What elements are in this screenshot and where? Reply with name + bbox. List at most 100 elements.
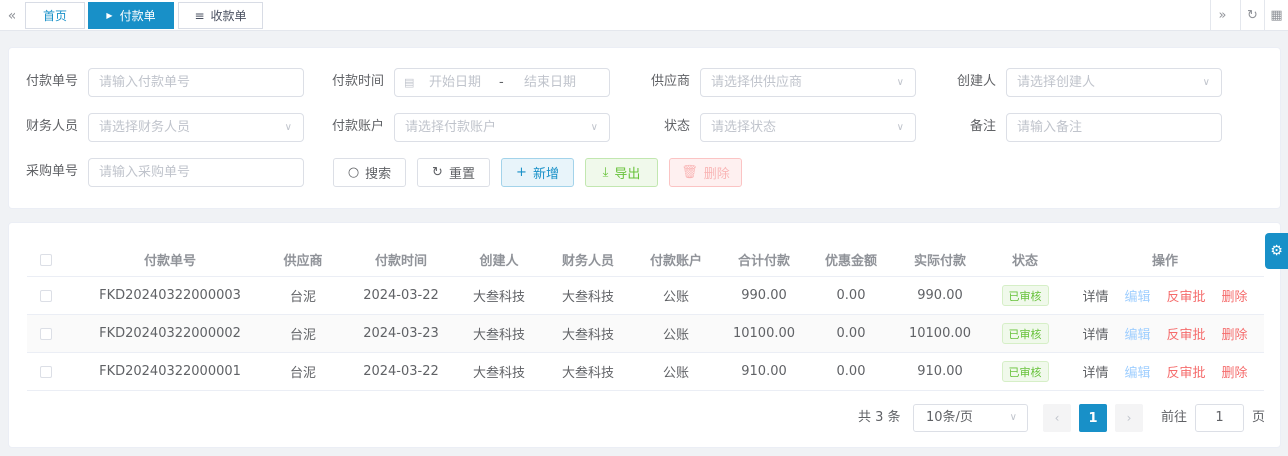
revert-approval-link[interactable]: 反审批 bbox=[1167, 362, 1206, 381]
cell-actual: 990.00 bbox=[917, 288, 963, 303]
cell-finance: 大叁科技 bbox=[561, 290, 614, 305]
account-select[interactable]: 请选择付款账户 ∨ bbox=[394, 113, 610, 142]
grid-icon[interactable]: ▦ bbox=[1264, 0, 1288, 31]
double-chevron-left-icon[interactable]: « bbox=[0, 0, 24, 31]
refresh-icon[interactable]: ↻ bbox=[1240, 0, 1264, 31]
goto-suffix: 页 bbox=[1252, 410, 1266, 425]
tab-label: 收款单 bbox=[210, 9, 247, 23]
cell-account: 公账 bbox=[662, 290, 689, 305]
supplier-select[interactable]: 请选择供供应商 ∨ bbox=[700, 68, 916, 97]
table-row: FKD20240322000003 台泥 2024-03-22 大叁科技 大叁科… bbox=[27, 277, 1264, 315]
caret-right-icon: ▶ bbox=[106, 11, 113, 20]
tab-payment[interactable]: ▶ 付款单 bbox=[88, 2, 174, 29]
finance-select[interactable]: 请选择财务人员 ∨ bbox=[88, 113, 304, 142]
col-payment-no: 付款单号 bbox=[143, 254, 196, 269]
creator-select[interactable]: 请选择创建人 ∨ bbox=[1006, 68, 1222, 97]
purchase-no-input[interactable]: 请输入采购单号 bbox=[88, 158, 304, 187]
gear-icon: ⚙ bbox=[1270, 243, 1283, 259]
payment-time-label: 付款时间 bbox=[331, 74, 384, 89]
col-time: 付款时间 bbox=[374, 254, 427, 269]
status-badge: 已审核 bbox=[1001, 285, 1049, 306]
status-badge: 已审核 bbox=[1001, 323, 1049, 344]
col-discount: 优惠金额 bbox=[824, 254, 877, 269]
col-actions: 操作 bbox=[1151, 254, 1178, 269]
cell-discount: 0.00 bbox=[836, 364, 866, 379]
cell-supplier: 台泥 bbox=[289, 290, 316, 305]
delete-link[interactable]: 删除 bbox=[1222, 286, 1248, 305]
detail-link[interactable]: 详情 bbox=[1082, 362, 1108, 381]
cell-actual: 10100.00 bbox=[908, 326, 972, 341]
cell-creator: 大叁科技 bbox=[472, 290, 525, 305]
goto-page-input[interactable]: 1 bbox=[1195, 404, 1244, 432]
search-icon: ○ bbox=[347, 165, 360, 180]
row-checkbox[interactable] bbox=[40, 327, 52, 340]
start-date-placeholder: 开始日期 bbox=[429, 75, 482, 90]
status-label: 状态 bbox=[663, 119, 690, 134]
remark-input[interactable]: 请输入备注 bbox=[1006, 113, 1222, 142]
edit-link[interactable]: 编辑 bbox=[1124, 362, 1150, 381]
edit-link[interactable]: 编辑 bbox=[1124, 286, 1150, 305]
next-page-button[interactable]: › bbox=[1115, 404, 1143, 432]
settings-drawer-button[interactable]: ⚙ bbox=[1265, 233, 1288, 269]
tab-label: 首页 bbox=[42, 9, 67, 23]
cell-time: 2024-03-22 bbox=[363, 288, 439, 303]
col-finance: 财务人员 bbox=[561, 254, 614, 269]
payment-no-label: 付款单号 bbox=[25, 74, 78, 89]
prev-page-button[interactable]: ‹ bbox=[1043, 404, 1071, 432]
table-row: FKD20240322000001 台泥 2024-03-22 大叁科技 大叁科… bbox=[27, 353, 1264, 391]
tab-home[interactable]: 首页 bbox=[25, 2, 85, 29]
menu-icon: ≡ bbox=[194, 8, 205, 23]
page-number-current[interactable]: 1 bbox=[1079, 404, 1107, 432]
cell-time: 2024-03-22 bbox=[363, 364, 439, 379]
row-checkbox[interactable] bbox=[40, 289, 52, 302]
cell-payment-no: FKD20240322000001 bbox=[99, 364, 241, 379]
delete-link[interactable]: 删除 bbox=[1222, 362, 1248, 381]
tab-receipt[interactable]: ≡ 收款单 bbox=[178, 2, 263, 29]
revert-approval-link[interactable]: 反审批 bbox=[1167, 324, 1206, 343]
download-icon: ⤓ bbox=[602, 165, 609, 180]
cell-payment-no: FKD20240322000002 bbox=[99, 326, 241, 341]
search-button[interactable]: ○ 搜索 bbox=[333, 158, 406, 187]
col-total: 合计付款 bbox=[737, 254, 790, 269]
tab-label: 付款单 bbox=[119, 9, 156, 23]
tab-bar: « 首页 ▶ 付款单 ≡ 收款单 » ↻ ▦ bbox=[0, 0, 1288, 31]
page-size-select[interactable]: 10条/页 ∨ bbox=[913, 404, 1028, 432]
range-separator: - bbox=[499, 75, 504, 90]
cell-discount: 0.00 bbox=[836, 326, 866, 341]
detail-link[interactable]: 详情 bbox=[1082, 324, 1108, 343]
chevron-right-icon: › bbox=[1126, 411, 1132, 425]
delete-button[interactable]: 🗑 删除 bbox=[669, 158, 742, 187]
chevron-down-icon: ∨ bbox=[1009, 412, 1017, 423]
double-chevron-right-icon[interactable]: » bbox=[1210, 0, 1234, 31]
revert-approval-link[interactable]: 反审批 bbox=[1167, 286, 1206, 305]
detail-link[interactable]: 详情 bbox=[1082, 286, 1108, 305]
refresh-icon: ↻ bbox=[432, 165, 443, 180]
col-actual: 实际付款 bbox=[913, 254, 966, 269]
cell-creator: 大叁科技 bbox=[472, 366, 525, 381]
chevron-down-icon: ∨ bbox=[896, 122, 904, 133]
calendar-icon: ▤ bbox=[404, 76, 415, 89]
cell-finance: 大叁科技 bbox=[561, 328, 614, 343]
payment-no-input[interactable]: 请输入付款单号 bbox=[88, 68, 304, 97]
chevron-left-icon: ‹ bbox=[1054, 411, 1060, 425]
account-label: 付款账户 bbox=[331, 119, 384, 134]
status-select[interactable]: 请选择状态 ∨ bbox=[700, 113, 916, 142]
chevron-down-icon: ∨ bbox=[590, 122, 598, 133]
edit-link[interactable]: 编辑 bbox=[1124, 324, 1150, 343]
export-button[interactable]: ⤓ 导出 bbox=[585, 158, 658, 187]
cell-actual: 910.00 bbox=[917, 364, 963, 379]
chevron-down-icon: ∨ bbox=[896, 77, 904, 88]
cell-finance: 大叁科技 bbox=[561, 366, 614, 381]
add-button[interactable]: + 新增 bbox=[501, 158, 574, 187]
payment-time-range[interactable]: ▤ 开始日期 - 结束日期 bbox=[394, 68, 610, 97]
cell-total: 990.00 bbox=[741, 288, 787, 303]
cell-creator: 大叁科技 bbox=[472, 328, 525, 343]
reset-button[interactable]: ↻ 重置 bbox=[417, 158, 490, 187]
row-checkbox[interactable] bbox=[40, 365, 52, 378]
select-all-checkbox[interactable] bbox=[40, 253, 52, 266]
chevron-down-icon: ∨ bbox=[284, 122, 292, 133]
end-date-placeholder: 结束日期 bbox=[524, 75, 577, 90]
plus-icon: + bbox=[516, 165, 527, 180]
delete-link[interactable]: 删除 bbox=[1222, 324, 1248, 343]
cell-supplier: 台泥 bbox=[289, 366, 316, 381]
